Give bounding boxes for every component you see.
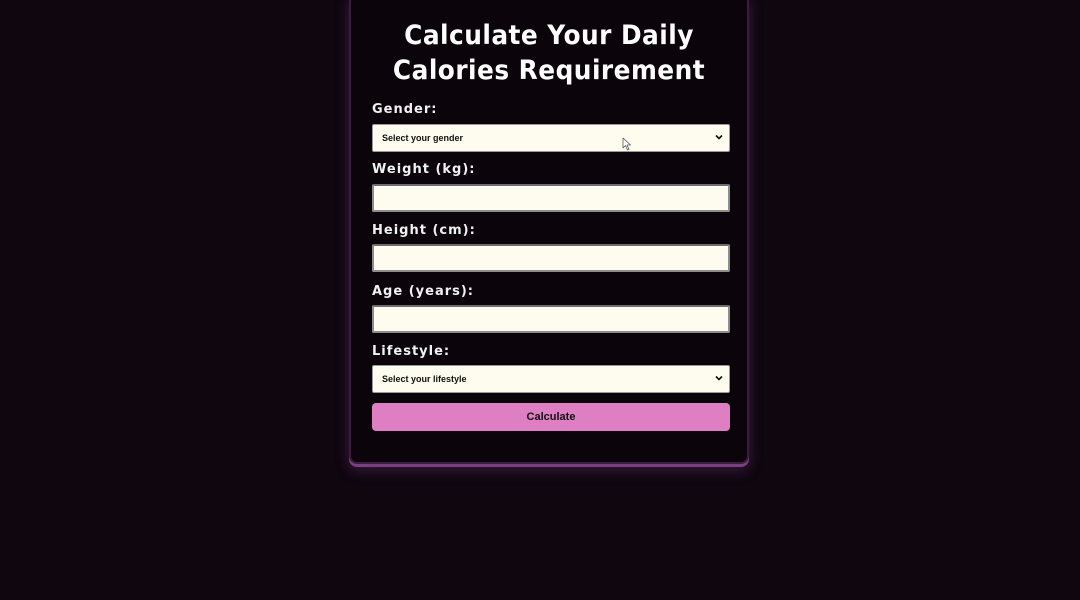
age-label: Age (years):: [372, 284, 475, 299]
weight-label: Weight (kg):: [372, 162, 476, 177]
lifestyle-select[interactable]: Select your lifestyle: [372, 365, 730, 393]
lifestyle-label: Lifestyle:: [372, 344, 451, 359]
title-line-1: Calculate Your Daily: [404, 20, 694, 51]
calorie-calculator-card: Calculate Your Daily Calories Requiremen…: [349, 0, 749, 464]
age-input[interactable]: [372, 305, 730, 333]
title-line-2: Calories Requirement: [392, 55, 706, 86]
lifestyle-select-value: Select your lifestyle: [382, 374, 467, 384]
gender-select-value: Select your gender: [382, 133, 464, 143]
weight-input[interactable]: [372, 184, 730, 212]
calculate-button[interactable]: Calculate: [372, 403, 730, 431]
chevron-down-icon: [715, 134, 723, 140]
chevron-down-icon: [715, 375, 723, 381]
height-input[interactable]: [372, 244, 730, 272]
height-label: Height (cm):: [372, 223, 476, 238]
mouse-cursor-icon: [622, 137, 631, 151]
gender-label: Gender:: [372, 102, 438, 117]
gender-select[interactable]: Select your gender: [372, 124, 730, 152]
page-title: Calculate Your Daily Calories Requiremen…: [367, 18, 731, 88]
